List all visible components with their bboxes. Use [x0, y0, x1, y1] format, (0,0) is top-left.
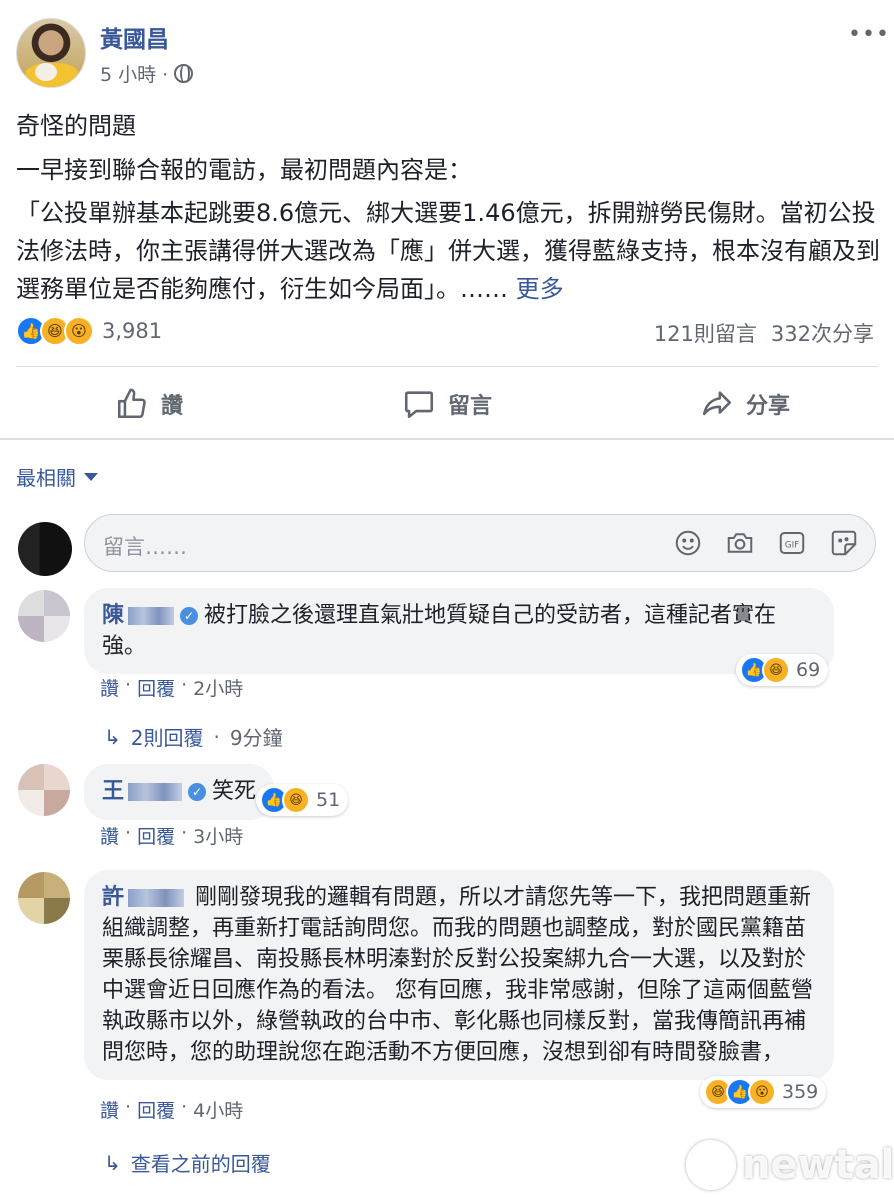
haha-reaction-icon: 😆	[762, 656, 790, 684]
reply-arrow-icon: ↳	[104, 1150, 121, 1175]
reply-arrow-icon: ↳	[104, 724, 121, 749]
comment-bubble: 許 剛剛發現我的邏輯有問題，所以才請您先等一下，我把問題重新組織調整，再重新打電…	[84, 870, 834, 1080]
current-user-avatar	[18, 522, 72, 576]
post-time[interactable]: 5 小時 ·	[100, 60, 168, 87]
view-previous-replies-link[interactable]: ↳ 查看之前的回覆	[104, 1148, 271, 1177]
see-more-link[interactable]: 更多	[516, 275, 564, 303]
divider	[16, 366, 878, 367]
post-title: 奇怪的問題	[16, 112, 136, 140]
sticker-icon[interactable]	[829, 528, 859, 558]
comment-reply-link[interactable]: 回覆	[137, 1096, 175, 1123]
share-arrow-icon	[702, 391, 732, 416]
comment-reaction-count: 51	[316, 789, 341, 811]
reaction-summary[interactable]: 👍 😆 😮 3,981	[16, 316, 162, 346]
shares-count[interactable]: 332次分享	[771, 318, 874, 348]
commenter-name[interactable]: 王	[102, 779, 124, 804]
comment-bubble: 陳 ✓ 被打臉之後還理直氣壯地質疑自己的受訪者，這種記者實在強。	[84, 588, 834, 674]
globe-icon	[174, 64, 194, 83]
comment-actions: 讚 · 回覆 · 2小時	[100, 674, 243, 701]
comment-time[interactable]: 4小時	[193, 1096, 243, 1123]
comment-actions: 讚 · 回覆 · 4小時	[100, 1096, 243, 1123]
blurred-name	[128, 889, 185, 907]
separator-dot: ·	[125, 674, 132, 696]
comment-bubble: 王 ✓ 笑死	[84, 764, 275, 820]
watermark-logo-icon	[686, 1140, 736, 1190]
comment-sort-dropdown[interactable]: 最相關	[16, 462, 98, 491]
separator-dot: ·	[181, 822, 188, 844]
separator-dot: ·	[125, 1096, 132, 1118]
comment-reply-link[interactable]: 回覆	[137, 822, 175, 849]
caret-down-icon	[84, 472, 98, 481]
verified-badge-icon: ✓	[188, 783, 207, 801]
comment-text: 笑死	[212, 779, 257, 804]
post-action-bar: 讚 留言 分享	[0, 368, 894, 440]
separator-dot: ·	[181, 674, 188, 696]
replies-count-label: 2則回覆	[130, 726, 204, 750]
comment-reactions[interactable]: 👍 😆 51	[256, 784, 349, 816]
comment-reaction-count: 359	[782, 1081, 819, 1103]
post-counts: 121則留言 332次分享	[654, 318, 874, 348]
share-label: 分享	[745, 394, 790, 419]
separator-dot: ·	[213, 724, 220, 749]
gif-icon[interactable]: GIF	[777, 528, 807, 558]
post-text: 一早接到聯合報的電訪，最初問題內容是：	[16, 156, 472, 184]
sort-label: 最相關	[16, 466, 76, 490]
comment-reactions[interactable]: 👍 😆 69	[736, 654, 829, 686]
wow-reaction-icon: 😮	[64, 316, 94, 346]
post-quote: 「公投單辦基本起跳要8.6億元、綁大選要1.46億元，拆開辦勞民傷財。當初公投法…	[16, 194, 882, 308]
commenter-avatar[interactable]	[18, 764, 70, 816]
comment-input-placeholder: 留言……	[103, 535, 187, 559]
thumbs-up-icon	[117, 388, 146, 419]
comment-button[interactable]: 留言	[298, 368, 596, 440]
comment-like-link[interactable]: 讚	[100, 674, 119, 701]
svg-text:GIF: GIF	[785, 540, 799, 550]
comment-reactions[interactable]: 😆 👍 😮 359	[700, 1076, 827, 1108]
wow-reaction-icon: 😮	[748, 1078, 776, 1106]
emoji-icon[interactable]	[673, 528, 703, 558]
comment-time[interactable]: 3小時	[193, 822, 243, 849]
replies-time: 9分鐘	[229, 726, 283, 750]
comment-reply-link[interactable]: 回覆	[137, 674, 175, 701]
divider	[0, 438, 894, 440]
comment-input[interactable]: 留言…… GIF	[84, 514, 876, 572]
newtalk-watermark: newtalk	[686, 1140, 894, 1190]
comment-input-tools: GIF	[673, 528, 859, 558]
like-label: 讚	[160, 394, 183, 419]
verified-badge-icon: ✓	[180, 607, 199, 625]
author-name[interactable]: 黃國昌	[100, 20, 169, 54]
post-quote-text: 「公投單辦基本起跳要8.6億元、綁大選要1.46億元，拆開辦勞民傷財。當初公投法…	[16, 199, 880, 303]
comment-bubble-icon	[404, 391, 434, 419]
like-button[interactable]: 讚	[0, 368, 298, 440]
comment-text: 被打臉之後還理直氣壯地質疑自己的受訪者，這種記者實在強。	[102, 603, 777, 659]
view-replies-link[interactable]: ↳ 2則回覆 · 9分鐘	[104, 722, 283, 751]
camera-icon[interactable]	[725, 528, 755, 558]
watermark-text: newtalk	[742, 1142, 894, 1188]
share-button[interactable]: 分享	[596, 368, 894, 440]
haha-reaction-icon: 😆	[282, 786, 310, 814]
commenter-avatar[interactable]	[18, 872, 70, 924]
comment-label: 留言	[447, 394, 492, 419]
comment-like-link[interactable]: 讚	[100, 822, 119, 849]
view-previous-label: 查看之前的回覆	[130, 1152, 271, 1176]
comment-text: 剛剛發現我的邏輯有問題，所以才請您先等一下，我把問題重新組織調整，再重新打電話詢…	[102, 885, 813, 1065]
comment-like-link[interactable]: 讚	[100, 1096, 119, 1123]
blurred-name	[128, 783, 183, 801]
separator-dot: ·	[125, 822, 132, 844]
commenter-name[interactable]: 許	[102, 885, 124, 910]
commenter-avatar[interactable]	[18, 590, 70, 642]
post-meta: 5 小時 ·	[100, 60, 194, 87]
comments-count[interactable]: 121則留言	[654, 318, 757, 348]
blurred-name	[128, 607, 175, 625]
comment-reaction-count: 69	[796, 659, 821, 681]
separator-dot: ·	[181, 1096, 188, 1118]
reaction-count: 3,981	[102, 319, 163, 343]
author-avatar[interactable]	[16, 18, 86, 88]
comment-actions: 讚 · 回覆 · 3小時	[100, 822, 243, 849]
commenter-name[interactable]: 陳	[102, 603, 124, 628]
more-options-icon[interactable]: •••	[848, 22, 890, 47]
comment-time[interactable]: 2小時	[193, 674, 243, 701]
